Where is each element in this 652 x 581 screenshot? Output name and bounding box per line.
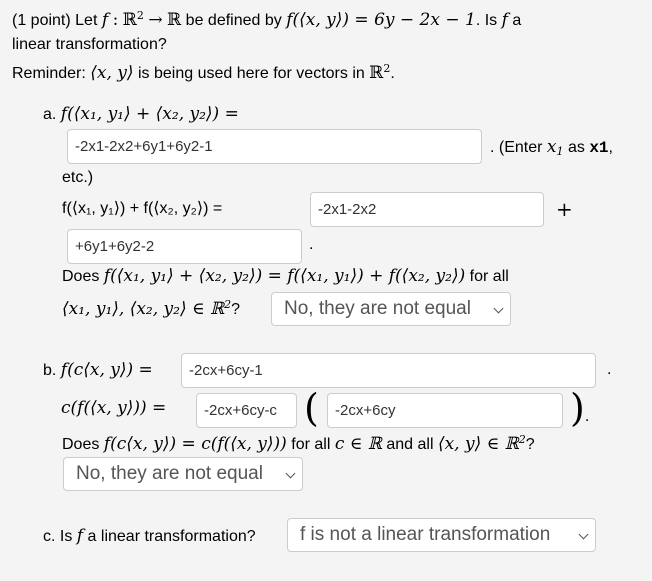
part-b-heading: b. f(c⟨x, y⟩) = <box>43 360 153 380</box>
period: . <box>309 236 314 253</box>
question-forall: for all <box>291 436 331 453</box>
period: . <box>390 65 395 82</box>
a-text: a <box>512 12 522 29</box>
part-b-label: b. <box>43 362 57 379</box>
part-a-question-line2: ⟨x₁, y₁⟩, ⟨x₂, y₂⟩ ∈ ℝ2? <box>62 298 240 319</box>
question-vector-domain: ⟨x, y⟩ ∈ ℝ2 <box>437 433 526 454</box>
part-a-additivity-select[interactable]: No, they are not equal <box>271 292 511 326</box>
close-paren-period: ). <box>570 389 589 427</box>
question-and: and all <box>386 436 434 453</box>
select-value: f is not a linear transformation <box>300 524 551 545</box>
math-vector: ⟨x, y⟩ <box>90 63 134 83</box>
part-b-expression-2: c(f(⟨x, y⟩)) = <box>61 398 167 418</box>
part-a-hint: . (Enter x1 as x1, <box>490 137 613 158</box>
part-b-homogeneity-select[interactable]: No, they are not equal <box>63 457 303 491</box>
math-f: f <box>501 10 508 30</box>
question-mark: ? <box>231 301 241 318</box>
part-c-text: a linear transformation? <box>87 528 256 545</box>
chevron-down-icon <box>578 529 589 540</box>
plus-sign: + <box>556 197 573 221</box>
function-definition: f(⟨x, y⟩) = 6y − 2x − 1 <box>286 10 476 30</box>
part-a-expression-2: f(⟨x₁, y₁⟩) + f(⟨x₂, y₂⟩) = <box>62 200 223 217</box>
hint-prefix: . (Enter <box>490 139 543 156</box>
part-a-expression-1: f(⟨x₁, y₁⟩ + ⟨x₂, y₂⟩) = <box>60 104 239 124</box>
math-x1: x1 <box>546 137 564 158</box>
part-a-label: a. <box>43 106 57 123</box>
part-a-answer-input-3[interactable]: +6y1+6y2-2 <box>67 229 302 264</box>
part-c-question: c. Is f a linear transformation? <box>43 526 256 546</box>
part-b-answer-input-2[interactable]: -2cx+6cy-c <box>196 393 297 428</box>
hint-etc: etc.) <box>62 169 94 186</box>
part-b-expression-1: f(c⟨x, y⟩) = <box>60 360 153 380</box>
question-c-domain: c ∈ ℝ <box>334 434 382 454</box>
question-prefix: Does <box>62 436 100 453</box>
period: . <box>607 361 612 378</box>
part-a-heading: a. f(⟨x₁, y₁⟩ + ⟨x₂, y₂⟩) = <box>43 104 239 124</box>
question-mark: ? <box>525 436 535 453</box>
part-b-answer-input-1[interactable]: -2cx+6cy-1 <box>181 353 596 388</box>
hint-as: as <box>567 139 585 156</box>
reminder: Reminder: ⟨x, y⟩ is being used here for … <box>12 62 395 83</box>
select-value: No, they are not equal <box>76 463 263 484</box>
defined-by-text: be defined by <box>185 12 282 29</box>
points-label: (1 point) Let <box>12 12 98 29</box>
math-f: f <box>76 526 84 546</box>
open-paren: ( <box>304 386 319 430</box>
part-a-question-line1: Does f(⟨x₁, y₁⟩ + ⟨x₂, y₂⟩) = f(⟨x₁, y₁⟩… <box>62 266 509 286</box>
part-c-label: c. Is <box>43 528 73 545</box>
question-expression: f(c⟨x, y⟩) = c(f(⟨x, y⟩)) <box>103 434 287 454</box>
is-text: . Is <box>475 12 498 29</box>
part-a-answer-input-1[interactable]: -2x1-2x2+6y1+6y2-1 <box>67 129 482 164</box>
hint-comma: , <box>608 139 613 156</box>
part-b-answer-input-3[interactable]: -2cx+6cy <box>327 393 563 428</box>
reminder-text: is being used here for vectors in <box>137 65 365 82</box>
math-domain: ℝ2 <box>122 9 144 30</box>
close-paren: ) <box>570 386 585 430</box>
math-f: f <box>101 10 109 30</box>
hint-code: x1 <box>589 139 609 157</box>
math-arrow: → <box>148 10 163 30</box>
question-forall: for all <box>469 268 509 285</box>
period: . <box>584 408 590 425</box>
problem-statement-line2: linear transformation? <box>12 36 167 53</box>
problem-statement-line1: (1 point) Let f : ℝ2 → ℝ be defined by f… <box>12 9 521 30</box>
math-codomain: ℝ <box>167 10 182 30</box>
reminder-label: Reminder: <box>12 65 86 82</box>
part-b-question: Does f(c⟨x, y⟩) = c(f(⟨x, y⟩)) for all c… <box>62 433 535 454</box>
part-c-linearity-select[interactable]: f is not a linear transformation <box>287 518 596 552</box>
chevron-down-icon <box>493 303 504 314</box>
question-prefix: Does <box>62 268 100 285</box>
question-domain: ⟨x₁, y₁⟩, ⟨x₂, y₂⟩ ∈ ℝ2 <box>62 298 232 319</box>
math-colon: : <box>112 10 119 30</box>
chevron-down-icon <box>285 468 296 479</box>
math-space: ℝ2 <box>369 62 391 83</box>
question-expression: f(⟨x₁, y₁⟩ + ⟨x₂, y₂⟩) = f(⟨x₁, y₁⟩) + f… <box>103 266 466 286</box>
select-value: No, they are not equal <box>284 298 471 319</box>
part-a-answer-input-2[interactable]: -2x1-2x2 <box>310 192 544 227</box>
